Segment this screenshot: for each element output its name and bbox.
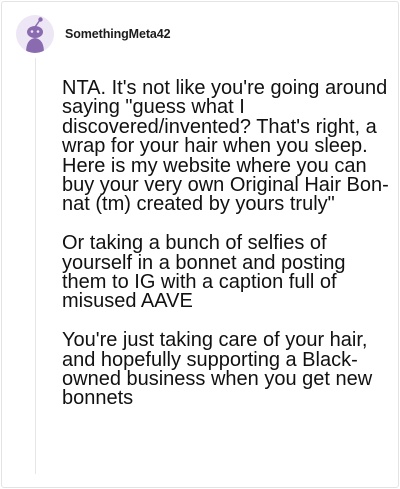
comment-body: NTA. It's not like you're going around s… — [62, 77, 392, 428]
comment-paragraph: NTA. It's not like you're going around s… — [62, 77, 389, 216]
username[interactable]: SomethingMeta42 — [65, 27, 171, 41]
comment-card: SomethingMeta42 NTA. It's not like you'r… — [1, 1, 399, 488]
comment-paragraph: Or taking a bunch of selfies of yourself… — [62, 232, 346, 313]
comment-header: SomethingMeta42 — [16, 14, 171, 54]
user-avatar[interactable] — [16, 15, 54, 53]
snoo-avatar-icon — [26, 17, 44, 53]
thread-line[interactable] — [35, 58, 36, 474]
comment-paragraph: You're just taking care of your hair, an… — [62, 329, 373, 410]
